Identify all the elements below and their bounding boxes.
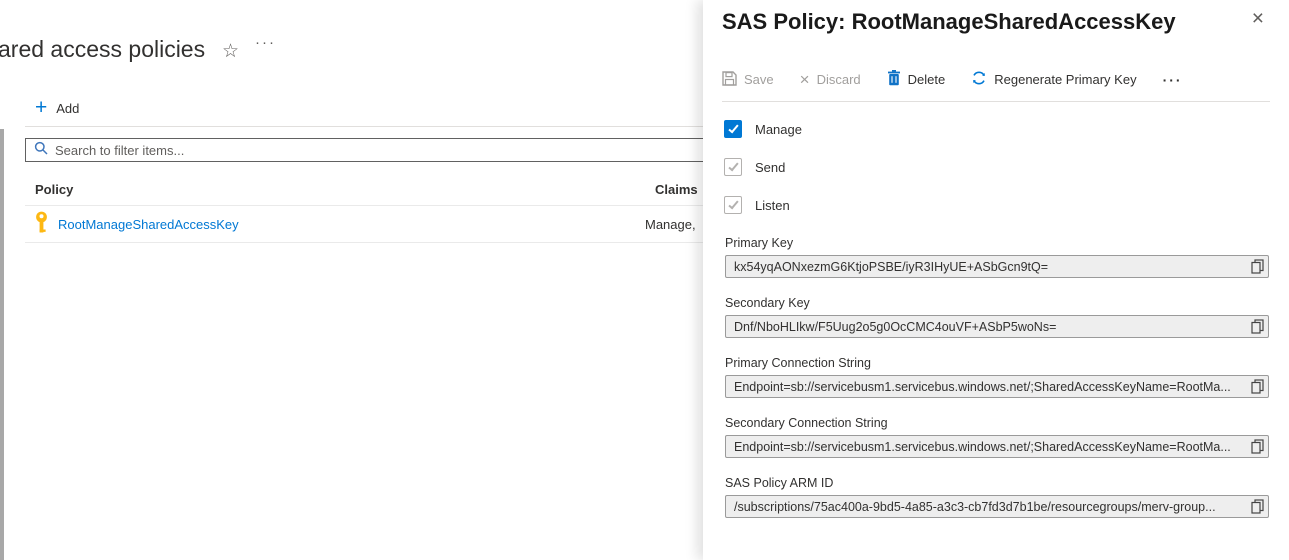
close-icon[interactable]: × — [1252, 8, 1264, 29]
column-header-policy[interactable]: Policy — [35, 182, 73, 197]
primary-key-field: kx54yqAONxezmG6KtjoPSBE/iyR3IHyUE+ASbGcn… — [725, 255, 1269, 278]
page-more-icon[interactable]: ··· — [255, 34, 276, 51]
sas-policy-panel: SAS Policy: RootManageSharedAccessKey × … — [703, 0, 1289, 560]
sas-policy-arm-id-field: /subscriptions/75ac400a-9bd5-4a85-a3c3-c… — [725, 495, 1269, 518]
azure-portal-page: ared access policies ☆ ··· + Add Policy … — [0, 0, 1289, 560]
favorite-star-icon[interactable]: ☆ — [222, 40, 239, 63]
permission-row-manage: Manage — [724, 120, 802, 138]
discard-icon: × — [800, 72, 810, 88]
search-icon — [34, 141, 48, 160]
secondary-connection-string-field: Endpoint=sb://servicebusm1.servicebus.wi… — [725, 435, 1269, 458]
primary-key-label: Primary Key — [725, 236, 793, 250]
copy-icon[interactable] — [1246, 256, 1268, 277]
listen-label: Listen — [755, 198, 790, 213]
copy-icon[interactable] — [1246, 436, 1268, 457]
manage-checkbox[interactable] — [724, 120, 742, 138]
page-title: ared access policies — [0, 36, 205, 63]
copy-icon[interactable] — [1246, 376, 1268, 397]
secondary-key-label: Secondary Key — [725, 296, 810, 310]
vertical-scrollbar[interactable] — [0, 129, 4, 560]
plus-icon: + — [35, 98, 47, 118]
permission-row-listen: Listen — [724, 196, 790, 214]
sas-policy-arm-id-value[interactable]: /subscriptions/75ac400a-9bd5-4a85-a3c3-c… — [726, 500, 1246, 514]
secondary-key-value[interactable]: Dnf/NboHLIkw/F5Uug2o5g0OcCMC4ouVF+ASbP5w… — [726, 320, 1246, 334]
delete-button[interactable]: Delete — [887, 70, 946, 89]
secondary-connection-string-label: Secondary Connection String — [725, 416, 888, 430]
panel-title: SAS Policy: RootManageSharedAccessKey — [722, 9, 1176, 35]
divider — [25, 126, 706, 127]
send-checkbox — [724, 158, 742, 176]
save-label: Save — [744, 72, 774, 87]
primary-connection-string-value[interactable]: Endpoint=sb://servicebusm1.servicebus.wi… — [726, 380, 1246, 394]
save-icon — [722, 71, 737, 89]
search-input[interactable] — [55, 143, 705, 158]
copy-icon[interactable] — [1246, 496, 1268, 517]
delete-trash-icon — [887, 70, 901, 89]
filter-search-box[interactable] — [25, 138, 706, 162]
key-icon — [34, 211, 49, 239]
add-button[interactable]: + Add — [35, 98, 79, 118]
toolbar-more-icon[interactable]: ··· — [1163, 72, 1183, 88]
policy-row-claims: Manage, — [645, 217, 696, 232]
primary-connection-string-label: Primary Connection String — [725, 356, 871, 370]
primary-key-value[interactable]: kx54yqAONxezmG6KtjoPSBE/iyR3IHyUE+ASbGcn… — [726, 260, 1246, 274]
divider — [722, 101, 1270, 102]
copy-icon[interactable] — [1246, 316, 1268, 337]
send-label: Send — [755, 160, 785, 175]
column-header-claims[interactable]: Claims — [655, 182, 698, 197]
divider — [25, 205, 706, 206]
delete-label: Delete — [908, 72, 946, 87]
discard-label: Discard — [817, 72, 861, 87]
primary-connection-string-field: Endpoint=sb://servicebusm1.servicebus.wi… — [725, 375, 1269, 398]
refresh-icon — [971, 70, 987, 89]
secondary-connection-string-value[interactable]: Endpoint=sb://servicebusm1.servicebus.wi… — [726, 440, 1246, 454]
divider — [25, 242, 706, 243]
panel-toolbar: Save × Discard Delete — [722, 70, 1183, 89]
save-button[interactable]: Save — [722, 71, 774, 89]
regenerate-label: Regenerate Primary Key — [994, 72, 1136, 87]
add-button-label: Add — [56, 101, 79, 116]
listen-checkbox — [724, 196, 742, 214]
regenerate-primary-key-button[interactable]: Regenerate Primary Key — [971, 70, 1136, 89]
policy-row-link[interactable]: RootManageSharedAccessKey — [58, 217, 239, 232]
permission-row-send: Send — [724, 158, 785, 176]
manage-label: Manage — [755, 122, 802, 137]
secondary-key-field: Dnf/NboHLIkw/F5Uug2o5g0OcCMC4ouVF+ASbP5w… — [725, 315, 1269, 338]
sas-policy-arm-id-label: SAS Policy ARM ID — [725, 476, 833, 490]
discard-button[interactable]: × Discard — [800, 72, 861, 88]
